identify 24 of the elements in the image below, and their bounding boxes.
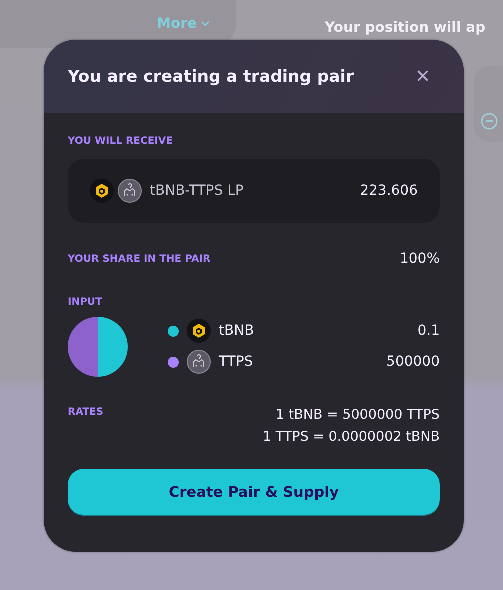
share-value: 100% (400, 251, 440, 267)
pie-chart-drawing (68, 316, 128, 377)
section-label: INPUT (68, 297, 102, 308)
token-amount: 500000 (386, 354, 440, 370)
minus-circle-icon[interactable] (481, 113, 498, 130)
chevron-down-icon (201, 21, 210, 27)
position-text: Your position will ap (325, 20, 486, 36)
question-token-icon (187, 350, 211, 374)
cube-coin-icon (187, 319, 211, 343)
close-button[interactable]: × (406, 64, 440, 88)
token-amount: 0.1 (418, 323, 440, 339)
receive-amount: 223.606 (360, 183, 418, 199)
rate-text: 1 TTPS = 0.0000002 tBNB (263, 429, 440, 445)
section-label: RATES (68, 407, 104, 418)
create-pair-button[interactable]: Create Pair & Supply (68, 469, 440, 516)
section-label: YOUR SHARE IN THE PAIR (68, 254, 211, 264)
section-label: YOU WILL RECEIVE (68, 136, 174, 147)
cube-coin-icon (90, 179, 114, 203)
token-name: tBNB (219, 323, 254, 339)
lp-token-name: tBNB-TTPS LP (150, 183, 244, 199)
modal-title: You are creating a trading pair (68, 67, 354, 86)
rate-text: 1 tBNB = 5000000 TTPS (276, 407, 440, 423)
token-name: TTPS (219, 354, 254, 370)
question-token-icon (118, 179, 142, 203)
